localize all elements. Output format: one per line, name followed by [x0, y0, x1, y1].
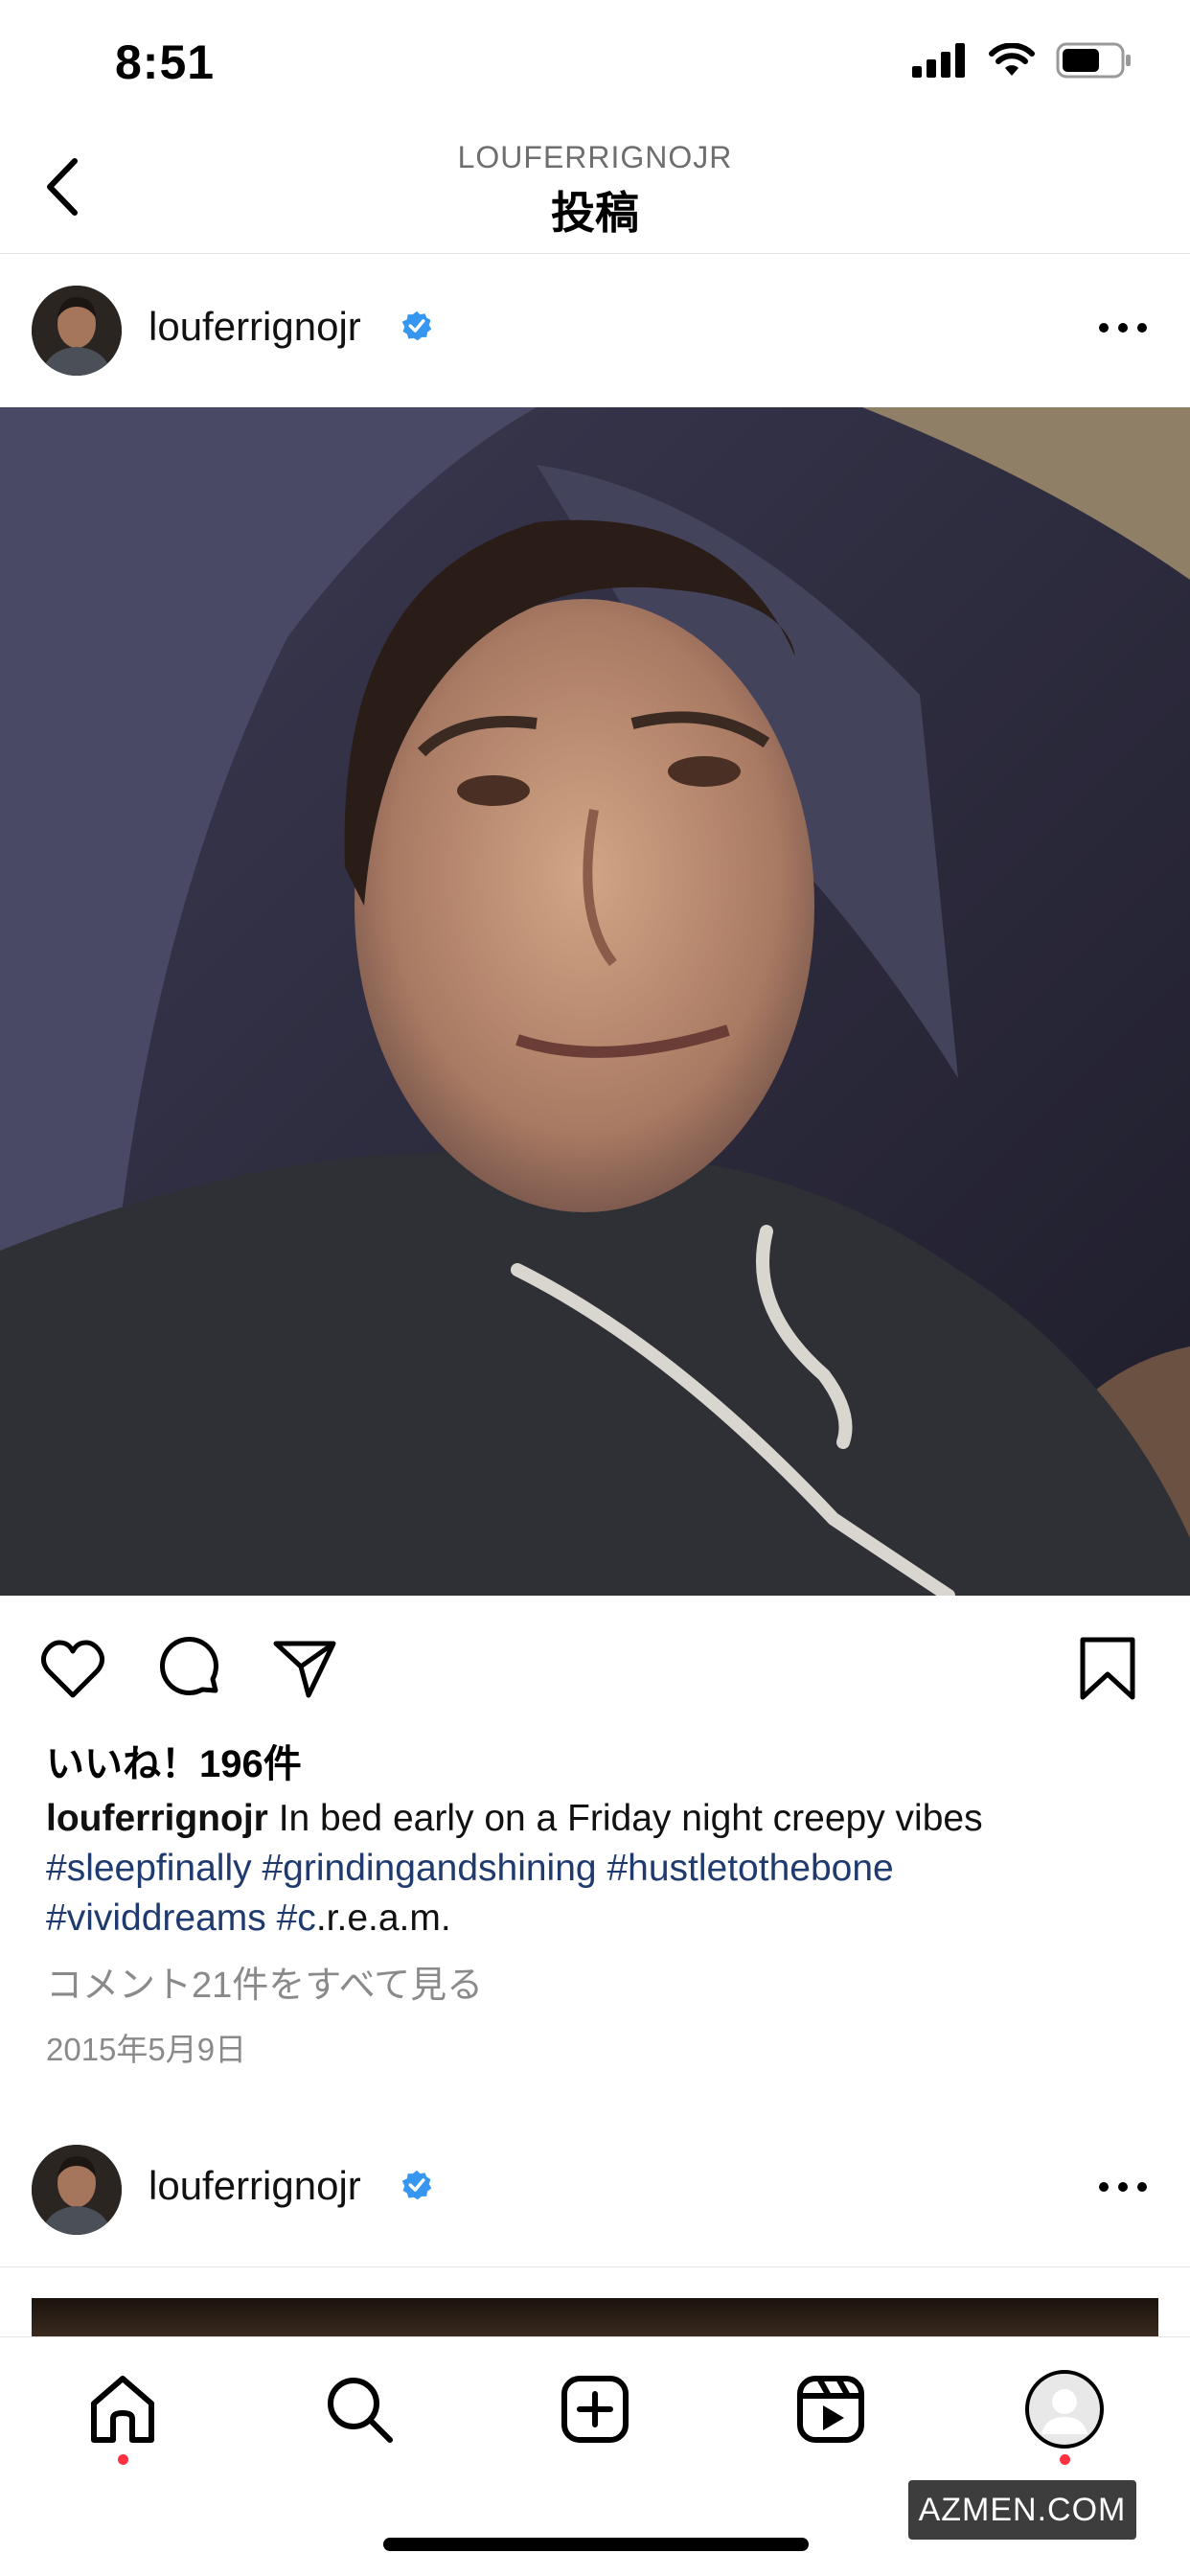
post-date: 2015年5月9日	[46, 2032, 247, 2067]
share-icon[interactable]	[270, 1634, 339, 1703]
comment-icon[interactable]	[155, 1634, 224, 1703]
status-time: 8:51	[115, 35, 216, 89]
header-account-name: LOUFERRIGNOJR	[457, 140, 733, 174]
wifi-icon	[989, 43, 1035, 76]
avatar[interactable]	[32, 2145, 122, 2235]
post-username[interactable]: louferrignojr	[149, 2163, 361, 2209]
view-all-comments-link[interactable]: コメント21件をすべて見る	[46, 1955, 483, 2008]
post-actions	[0, 1624, 1190, 1711]
caption-text: In bed early on a Friday night creepy vi…	[278, 1798, 983, 1839]
nav-header: LOUFERRIGNOJR 投稿	[0, 125, 1190, 254]
search-icon	[328, 2378, 393, 2443]
hashtag-link[interactable]: #hustletothebone	[606, 1848, 893, 1889]
tab-reels[interactable]	[788, 2366, 874, 2452]
reels-icon	[797, 2376, 864, 2443]
home-icon	[91, 2376, 154, 2443]
hashtag-link[interactable]: #grindingandshining	[262, 1848, 596, 1889]
post-username[interactable]: louferrignojr	[149, 304, 361, 350]
create-icon	[561, 2376, 629, 2443]
page-title: 投稿	[551, 188, 639, 238]
home-indicator[interactable]	[383, 2538, 809, 2551]
profile-avatar	[1025, 2370, 1104, 2449]
next-post-header: louferrignojr	[0, 2113, 1190, 2266]
status-icons	[912, 42, 1133, 79]
avatar[interactable]	[32, 286, 122, 376]
tab-profile[interactable]	[1021, 2366, 1108, 2452]
verified-badge-icon	[401, 310, 432, 341]
post-header: louferrignojr	[0, 254, 1190, 407]
verified-badge-icon	[401, 2170, 432, 2200]
cellular-signal-icon	[912, 43, 965, 78]
next-post-photo[interactable]	[32, 2298, 1158, 2336]
caption-username[interactable]: louferrignojr	[46, 1798, 268, 1839]
hashtag-link[interactable]: #sleepfinally	[46, 1848, 252, 1889]
hashtag-link[interactable]: #c	[277, 1898, 316, 1939]
hashtag-link[interactable]: #vividdreams	[46, 1898, 266, 1939]
post-caption: louferrignojr In bed early on a Friday n…	[46, 1794, 1148, 1944]
tab-home[interactable]	[80, 2366, 166, 2452]
caption-tail: .r.e.a.m.	[315, 1898, 451, 1939]
more-options-icon[interactable]	[1094, 313, 1152, 342]
divider	[0, 2266, 1190, 2267]
tab-create[interactable]	[552, 2366, 638, 2452]
heart-icon[interactable]	[38, 1634, 107, 1703]
post-photo[interactable]	[0, 407, 1190, 1596]
status-bar: 8:51	[0, 0, 1190, 125]
bookmark-icon[interactable]	[1073, 1634, 1142, 1703]
watermark: AZMEN.COM	[908, 2480, 1136, 2540]
home-notification-dot	[118, 2454, 128, 2465]
like-count[interactable]: いいね！196件	[46, 1733, 302, 1788]
tab-search[interactable]	[316, 2366, 402, 2452]
more-options-icon[interactable]	[1094, 2173, 1152, 2201]
profile-notification-dot	[1060, 2454, 1070, 2465]
battery-icon	[1056, 42, 1131, 79]
